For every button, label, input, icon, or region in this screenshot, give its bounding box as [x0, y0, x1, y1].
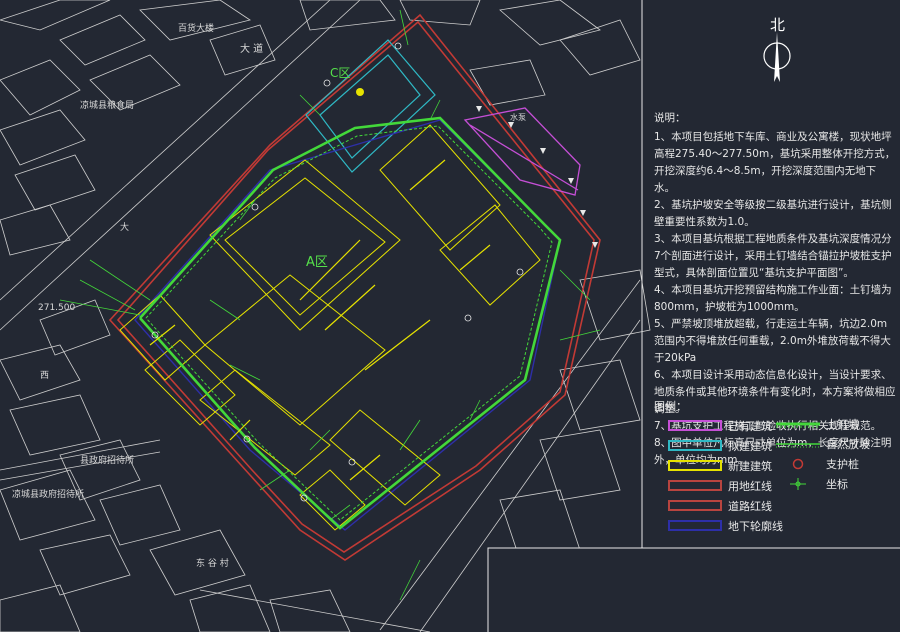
note-item: 3、本项目基坑根据工程地质条件及基坑深度情况分7个剖面进行设计，采用土钉墙结合锚…: [654, 233, 892, 279]
legend-item-slope: 自然放坡: [776, 438, 894, 452]
design-notes: 说明： 1、本项目包括地下车库、商业及公寓楼，现状地坪高程275.40～277.…: [654, 110, 896, 469]
legend-item-soil-nail: 土钉墙: [776, 418, 894, 432]
road-label-left-2: 西: [40, 370, 49, 381]
context-buildings: [0, 0, 651, 632]
label-shuibeng: 水泵: [510, 112, 526, 122]
legend-label: 坐标: [826, 478, 848, 491]
legend-label: 已有建筑: [728, 420, 772, 433]
soil-nail-wall-icon: [776, 422, 820, 428]
legend-swatch: [668, 440, 722, 451]
road-label-dadao-2: 大 道: [240, 42, 263, 55]
road-label-left-1: 凉城县粮食局: [80, 99, 134, 111]
legend-item-coordinate: 坐标: [776, 478, 894, 492]
title-block-area: [489, 549, 900, 632]
legend-swatch: [668, 500, 722, 511]
underground-outline: [134, 119, 561, 531]
road-label-top: 百货大楼: [178, 22, 214, 34]
legend-label: 自然放坡: [826, 438, 870, 451]
building-label-marks: [149, 159, 491, 481]
road-label-left-3: 县政府招待所: [80, 454, 134, 466]
road-label-bottom: 东 谷 村: [196, 557, 229, 569]
note-item: 2、基坑护坡安全等级按二级基坑进行设计，基坑侧壁重要性系数为1.0。: [654, 199, 892, 228]
site-boundary: [108, 13, 601, 561]
legend-item-pile: 支护桩: [776, 458, 894, 472]
legend-label: 用地红线: [728, 480, 772, 493]
note-item: 1、本项目包括地下车库、商业及公寓楼，现状地坪高程275.40～277.50m，…: [654, 131, 896, 194]
new-buildings: [119, 124, 541, 531]
legend-label: 新建建筑: [728, 460, 772, 473]
notes-title: 说明：: [654, 112, 686, 124]
legend-label: 道路红线: [728, 500, 772, 513]
c-zone-marker-icon: [356, 88, 364, 96]
legend-label: 地下轮廓线: [728, 520, 783, 533]
elevation-label: 271.500: [38, 303, 75, 313]
zone-label-a: A区: [306, 255, 328, 270]
legend-swatch: [668, 460, 722, 471]
legend-swatch: [668, 420, 722, 431]
legend-title: 图例：: [654, 400, 687, 413]
natural-slope-icon: [776, 443, 820, 448]
note-item: 5、严禁坡顶堆放超载，行走运土车辆，坑边2.0m范围内不得堆放任何重载，2.0m…: [654, 318, 891, 364]
legend-swatch: [668, 480, 722, 491]
note-item: 4、本项目基坑开挖预留结构施工作业面：土钉墙为800mm，护坡桩为1000mm。: [654, 284, 892, 313]
note-item: 6、本项目设计采用动态信息化设计，当设计要求、地质条件或其他环境条件有变化时，本…: [654, 369, 896, 415]
legend-swatch: [668, 520, 722, 531]
annotation-leaders: [59, 9, 601, 601]
legend-label: 土钉墙: [826, 418, 859, 431]
legend-label: 拟建建筑: [728, 440, 772, 453]
road-label-dadao: 大: [120, 221, 129, 233]
legend-label: 支护桩: [826, 458, 859, 471]
support-pile-icon: [792, 458, 804, 470]
north-arrow-icon: [763, 32, 791, 82]
survey-triangles: [476, 106, 598, 248]
road-label-left-4: 凉城县政府招待所: [12, 488, 84, 500]
zone-label-c: C区: [330, 66, 350, 80]
coordinate-icon: [790, 478, 806, 490]
